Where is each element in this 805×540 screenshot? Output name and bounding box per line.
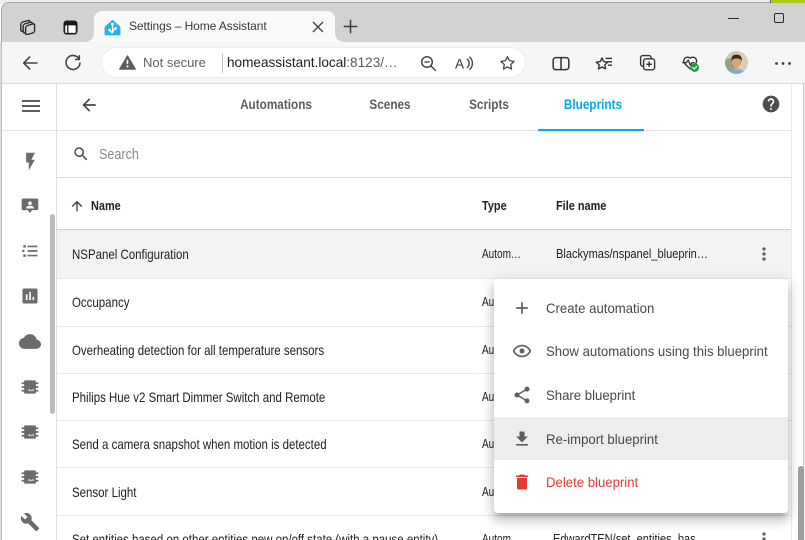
svg-text:A: A bbox=[455, 56, 464, 71]
